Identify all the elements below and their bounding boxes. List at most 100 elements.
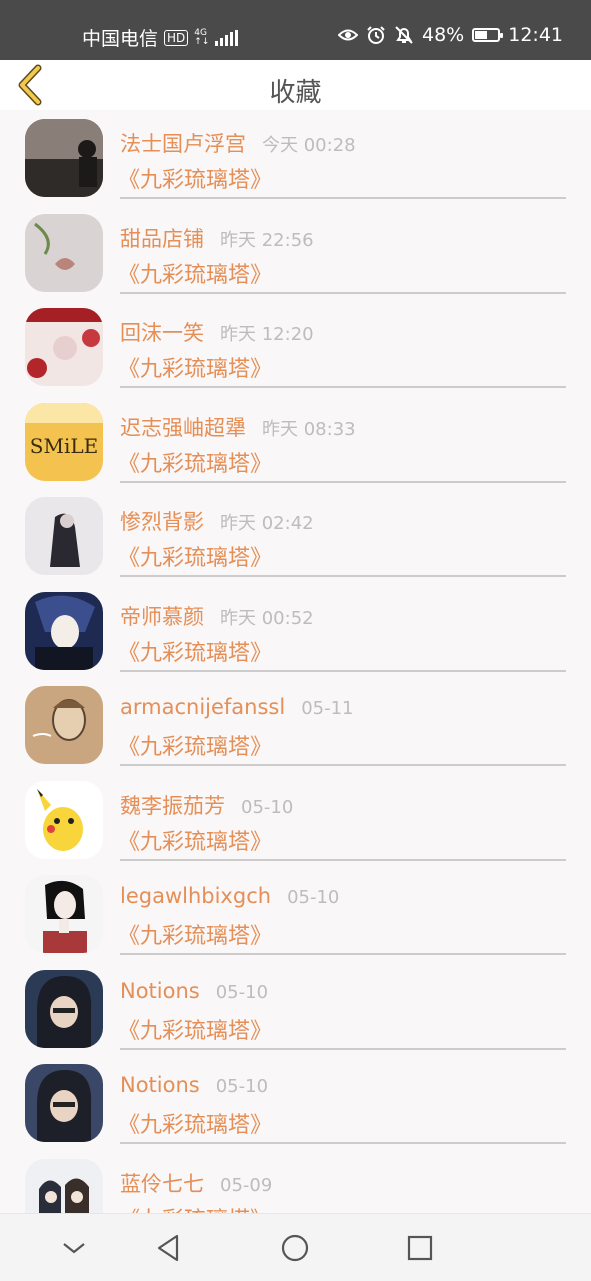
nav-recents-button[interactable] <box>402 1230 438 1266</box>
avatar <box>25 1159 103 1213</box>
divider <box>120 670 566 672</box>
home-circle-icon <box>281 1234 309 1262</box>
divider <box>120 764 566 766</box>
avatar <box>25 1064 103 1142</box>
status-bar: 中国电信 HD 4G ↑↓ 48% 12:41 <box>0 0 591 60</box>
status-right: 48% 12:41 <box>338 24 563 46</box>
network-sub-label: ↑↓ <box>194 36 210 47</box>
item-book: 《九彩琉璃塔》 <box>118 830 273 855</box>
user-name: 魏李振茄芳 <box>120 794 225 818</box>
avatar <box>25 119 103 197</box>
network-type: 4G ↑↓ <box>194 28 210 47</box>
item-book: 《九彩琉璃塔》 <box>118 924 273 949</box>
item-time: 05-10 <box>215 1076 269 1097</box>
item-name: 法士国卢浮宫 今天 00:28 <box>120 128 356 158</box>
user-name: 迟志强岫超犟 <box>120 416 246 440</box>
item-book: 《九彩琉璃塔》 <box>118 641 273 666</box>
user-name: 甜品店铺 <box>120 227 204 251</box>
user-name: 帝师慕颜 <box>120 605 204 629</box>
divider <box>120 292 566 294</box>
item-name: 惨烈背影 昨天 02:42 <box>120 506 314 536</box>
signal-icon <box>215 29 239 46</box>
item-time: 昨天 00:52 <box>220 608 314 629</box>
item-book: 《九彩琉璃塔》 <box>118 1019 273 1044</box>
list-item[interactable]: legawlhbixgch 05-10 《九彩琉璃塔》 <box>0 866 591 961</box>
item-time: 05-11 <box>301 698 354 719</box>
user-name: 回沫一笑 <box>120 321 204 345</box>
item-name: 蓝伶七七 05-09 <box>120 1168 272 1198</box>
item-book: 《九彩琉璃塔》 <box>118 357 273 382</box>
divider <box>120 575 566 577</box>
item-time: 昨天 22:56 <box>220 230 314 251</box>
item-time: 05-09 <box>220 1175 273 1196</box>
battery-icon <box>472 28 504 42</box>
clock-time: 12:41 <box>508 24 563 46</box>
app-header: 收藏 <box>0 60 591 110</box>
item-book: 《九彩琉璃塔》 <box>118 1113 273 1138</box>
divider <box>120 1048 566 1050</box>
divider <box>120 481 566 483</box>
list-item[interactable]: 帝师慕颜 昨天 00:52 《九彩琉璃塔》 <box>0 583 591 678</box>
status-left: 中国电信 HD 4G ↑↓ <box>82 24 239 51</box>
mute-bell-icon <box>395 26 413 44</box>
list-item[interactable]: 蓝伶七七 05-09 《九彩琉璃塔》 <box>0 1150 591 1213</box>
favorites-list: 法士国卢浮宫 今天 00:28 《九彩琉璃塔》 甜品店铺 昨天 22:56 《九彩琉… <box>0 110 591 1213</box>
item-time: 05-10 <box>287 887 340 908</box>
item-name: 帝师慕颜 昨天 00:52 <box>120 601 314 631</box>
nav-home-button[interactable] <box>277 1230 313 1266</box>
carrier-label: 中国电信 <box>82 28 159 50</box>
avatar <box>25 592 103 670</box>
item-time: 昨天 12:20 <box>220 324 314 345</box>
system-nav-bar <box>0 1213 591 1281</box>
eye-icon <box>338 29 358 41</box>
divider <box>120 859 566 861</box>
back-triangle-icon <box>157 1234 179 1262</box>
divider <box>120 1142 566 1144</box>
alarm-icon <box>367 26 385 44</box>
avatar <box>25 781 103 859</box>
collapse-button[interactable] <box>56 1230 92 1266</box>
nav-back-button[interactable] <box>151 1230 187 1266</box>
hd-badge: HD <box>164 29 189 46</box>
avatar <box>25 308 103 386</box>
recents-square-icon <box>407 1235 433 1261</box>
avatar: SMiLE <box>25 403 103 481</box>
divider <box>120 953 566 955</box>
user-name: Notions <box>120 979 200 1003</box>
list-item[interactable]: 甜品店铺 昨天 22:56 《九彩琉璃塔》 <box>0 205 591 300</box>
avatar-smile-text: SMiLE <box>30 434 98 458</box>
user-name: 蓝伶七七 <box>120 1172 204 1196</box>
user-name: legawlhbixgch <box>120 884 272 908</box>
user-name: armacnijefanssl <box>120 695 286 719</box>
avatar <box>25 214 103 292</box>
list-item[interactable]: Notions 05-10 《九彩琉璃塔》 <box>0 1055 591 1150</box>
item-book: 《九彩琉璃塔》 <box>118 263 273 288</box>
item-name: Notions 05-10 <box>120 1073 268 1097</box>
item-time: 今天 00:28 <box>262 135 356 156</box>
list-item[interactable]: 法士国卢浮宫 今天 00:28 《九彩琉璃塔》 <box>0 110 591 205</box>
list-item[interactable]: SMiLE 迟志强岫超犟 昨天 08:33 《九彩琉璃塔》 <box>0 394 591 489</box>
item-name: 回沫一笑 昨天 12:20 <box>120 317 314 347</box>
avatar <box>25 497 103 575</box>
list-item[interactable]: 回沫一笑 昨天 12:20 《九彩琉璃塔》 <box>0 299 591 394</box>
item-time: 05-10 <box>241 797 294 818</box>
item-time: 昨天 02:42 <box>220 513 314 534</box>
list-item[interactable]: 魏李振茄芳 05-10 《九彩琉璃塔》 <box>0 772 591 867</box>
user-name: 惨烈背影 <box>120 510 204 534</box>
divider <box>120 386 566 388</box>
avatar <box>25 970 103 1048</box>
item-name: Notions 05-10 <box>120 979 268 1003</box>
item-time: 05-10 <box>215 982 269 1003</box>
collapse-down-icon <box>63 1243 85 1254</box>
item-name: armacnijefanssl 05-11 <box>120 695 354 719</box>
battery-percent: 48% <box>422 24 465 46</box>
item-book: 《九彩琉璃塔》 <box>118 452 273 477</box>
list-item[interactable]: Notions 05-10 《九彩琉璃塔》 <box>0 961 591 1056</box>
item-book: 《九彩琉璃塔》 <box>118 546 273 571</box>
avatar <box>25 875 103 953</box>
item-time: 昨天 08:33 <box>262 419 356 440</box>
divider <box>120 197 566 199</box>
list-item[interactable]: armacnijefanssl 05-11 《九彩琉璃塔》 <box>0 677 591 772</box>
list-item[interactable]: 惨烈背影 昨天 02:42 《九彩琉璃塔》 <box>0 488 591 583</box>
item-book: 《九彩琉璃塔》 <box>118 168 273 193</box>
